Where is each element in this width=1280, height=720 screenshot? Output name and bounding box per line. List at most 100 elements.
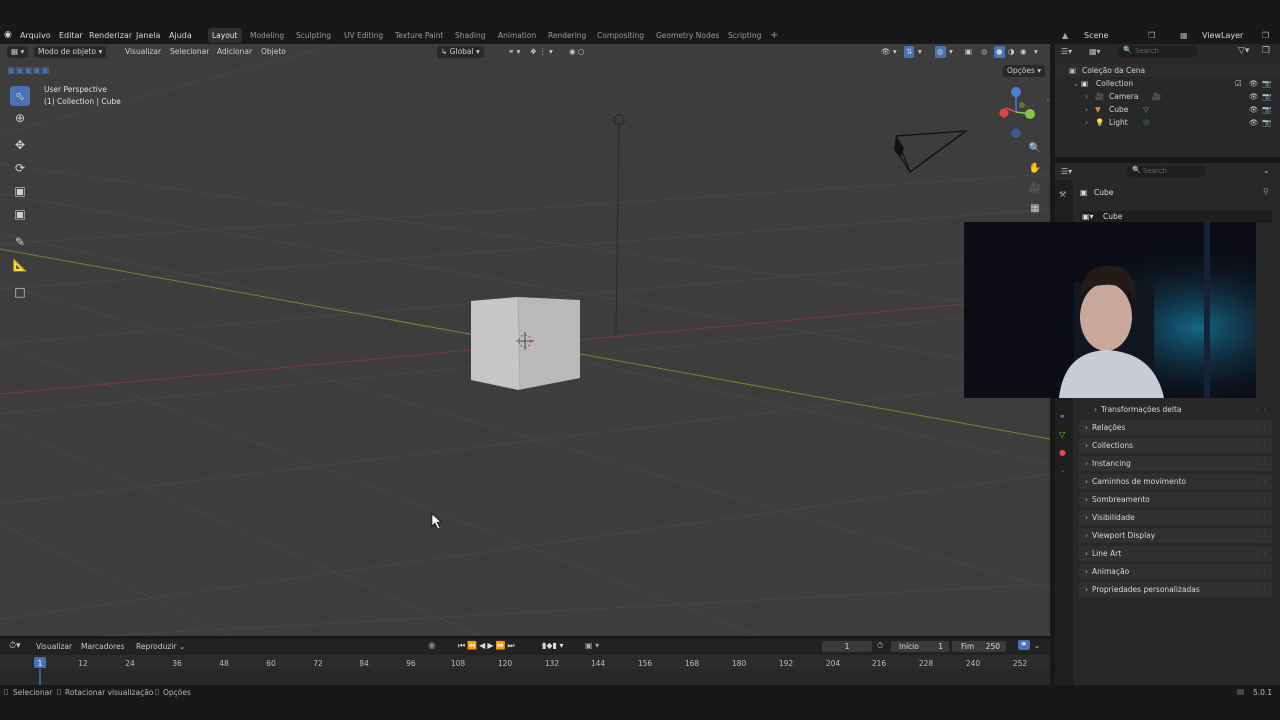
outliner-row-light[interactable]: › 💡 Light ☉ 👁 📷	[1055, 116, 1280, 129]
outliner-editor-icon[interactable]: ☰▾	[1061, 47, 1072, 56]
scale-tool[interactable]: ▣	[10, 181, 30, 201]
tab-animation[interactable]: Animation	[494, 28, 540, 43]
outliner-search-input[interactable]: 🔍 Search	[1117, 46, 1197, 57]
annotate-tool[interactable]: ✎	[10, 232, 30, 252]
zoom-icon[interactable]: 🔍	[1027, 141, 1043, 157]
collection-checkbox-icon[interactable]: ☑	[1235, 77, 1242, 90]
menu-arquivo[interactable]: Arquivo	[20, 28, 51, 43]
properties-editor-icon[interactable]: ☰▾	[1061, 167, 1072, 176]
gizmo-toggle-icon[interactable]: ⇅	[904, 46, 915, 58]
properties-search-input[interactable]: 🔍 Search	[1127, 166, 1205, 177]
panel-relations[interactable]: › Relações ⋮⋮	[1079, 420, 1272, 435]
drag-handle-icon[interactable]: ⋮⋮	[1254, 402, 1268, 417]
outliner-row-camera[interactable]: › 🎥 Camera 🎥 👁 📷	[1055, 90, 1280, 103]
start-frame-field[interactable]: Início 1	[891, 641, 949, 652]
panel-motion-paths[interactable]: › Caminhos de movimento ⋮⋮	[1079, 474, 1272, 489]
drag-handle-icon[interactable]: ⋮⋮	[1254, 510, 1268, 525]
material-shading-icon[interactable]: ◑	[1008, 46, 1015, 58]
options-dropdown[interactable]: Opções ▾	[1003, 65, 1046, 77]
scene-icon[interactable]: ▲	[1062, 28, 1068, 43]
timeline-track[interactable]: 1 12 24 36 48 60 72 84 96 108 120 132 14…	[0, 655, 1050, 685]
camera-data-icon[interactable]: 🎥	[1152, 90, 1161, 103]
stopwatch-icon[interactable]: ⏱	[877, 641, 883, 651]
overlay-dropdown[interactable]: ▾	[949, 46, 953, 58]
gizmo-dropdown[interactable]: ▾	[918, 46, 922, 58]
add-workspace-button[interactable]: +	[766, 28, 782, 43]
timeline-editor-icon[interactable]: ⏱▾	[9, 641, 21, 651]
tool-tab-icon[interactable]: ⚒	[1059, 190, 1066, 199]
editor-type-button[interactable]: ▦ ▾	[7, 46, 29, 58]
eye-icon[interactable]: 👁	[1249, 116, 1259, 129]
xray-icon[interactable]: ▣	[965, 46, 972, 58]
physics-tab-icon[interactable]: ⚭	[1059, 412, 1066, 421]
current-frame-field[interactable]: 1	[822, 641, 872, 652]
tab-shading[interactable]: Shading	[451, 28, 489, 43]
drag-handle-icon[interactable]: ⋮⋮	[1254, 528, 1268, 543]
drag-handle-icon[interactable]: ⋮⋮	[1254, 456, 1268, 471]
rotate-tool[interactable]: ⟳	[10, 158, 30, 178]
panel-viewport-display[interactable]: › Viewport Display ⋮⋮	[1079, 528, 1272, 543]
keyframe-nav-icon[interactable]: ▮◆▮ ▾	[542, 641, 564, 650]
menu-visualizar[interactable]: Visualizar	[125, 46, 161, 58]
filter-icon[interactable]: ▽▾	[1238, 46, 1249, 56]
pin-icon[interactable]: ⚲	[1263, 187, 1269, 196]
render-camera-icon[interactable]: 📷	[1262, 103, 1271, 116]
chevron-right-icon[interactable]: ›	[1085, 103, 1088, 116]
new-viewlayer-icon[interactable]: ❐	[1262, 28, 1269, 43]
chevron-down-icon[interactable]: ⌄	[1060, 466, 1066, 474]
menu-objeto[interactable]: Objeto	[261, 46, 286, 58]
drag-handle-icon[interactable]: ⋮⋮	[1254, 474, 1268, 489]
menu-editar[interactable]: Editar	[59, 28, 83, 43]
data-tab-icon[interactable]: ▽	[1059, 430, 1065, 439]
outliner-row-cube[interactable]: › ▼ Cube ▽ 👁 📷	[1055, 103, 1280, 116]
render-camera-icon[interactable]: 📷	[1262, 116, 1271, 129]
move-tool[interactable]: ✥	[10, 135, 30, 155]
tab-rendering[interactable]: Rendering	[544, 28, 590, 43]
eye-icon[interactable]: 👁	[1249, 103, 1259, 116]
panel-collections[interactable]: › Collections ⋮⋮	[1079, 438, 1272, 453]
chevron-down-icon[interactable]: ⌄	[1263, 166, 1270, 175]
shading-dropdown[interactable]: ▾	[1034, 46, 1038, 58]
navigation-gizmo[interactable]	[992, 84, 1042, 140]
light-data-icon[interactable]: ☉	[1143, 116, 1150, 129]
blender-logo-icon[interactable]: ◉	[4, 28, 12, 43]
end-frame-field[interactable]: Fim 250	[952, 641, 1006, 652]
material-tab-icon[interactable]: ●	[1059, 448, 1066, 457]
tab-texture-paint[interactable]: Texture Paint	[391, 28, 447, 43]
chevron-right-icon[interactable]: ›	[1085, 90, 1088, 103]
drag-handle-icon[interactable]: ⋮⋮	[1254, 546, 1268, 561]
chevron-down-icon[interactable]: ⌄	[1073, 77, 1079, 90]
viewlayer-icon[interactable]: ▦	[1180, 28, 1188, 43]
new-collection-icon[interactable]: ❐	[1262, 46, 1270, 56]
solid-shading-icon[interactable]: ●	[994, 46, 1005, 58]
add-cube-tool[interactable]: □	[10, 282, 30, 302]
tab-modeling[interactable]: Modeling	[246, 28, 288, 43]
transform-tool[interactable]: ▣	[10, 204, 30, 224]
camera-view-icon[interactable]: 🎥	[1027, 181, 1043, 197]
outliner-row-collection[interactable]: ⌄ ▣ Collection ☑ 👁 📷	[1055, 77, 1280, 90]
chevron-right-icon[interactable]: ›	[1085, 116, 1088, 129]
sidebar-toggle-icon[interactable]: ‹	[1040, 92, 1050, 108]
pan-hand-icon[interactable]: ✋	[1027, 161, 1043, 177]
panel-shading[interactable]: › Sombreamento ⋮⋮	[1079, 492, 1272, 507]
pivot-icon[interactable]: ⚭ ▾	[508, 46, 520, 58]
menu-renderizar[interactable]: Renderizar	[89, 28, 132, 43]
tab-uv-editing[interactable]: UV Editing	[340, 28, 387, 43]
measure-tool[interactable]: 📐	[10, 255, 30, 275]
orientation-dropdown[interactable]: ↳ Global ▾	[437, 46, 484, 58]
panel-custom-properties[interactable]: › Propriedades personalizadas ⋮⋮	[1079, 582, 1272, 597]
menu-selecionar[interactable]: Selecionar	[170, 46, 209, 58]
menu-adicionar[interactable]: Adicionar	[217, 46, 252, 58]
rendered-shading-icon[interactable]: ◉	[1020, 46, 1027, 58]
sync-icon[interactable]: ⚭	[1018, 640, 1030, 650]
playback-controls[interactable]: ⏮⏪◀▶⏩⏭	[458, 641, 517, 651]
render-camera-icon[interactable]: 📷	[1262, 90, 1271, 103]
panel-delta-transform[interactable]: › Transformações delta ⋮⋮	[1079, 402, 1272, 417]
timeline-menu-marcadores[interactable]: Marcadores	[81, 642, 125, 651]
viewlayer-name[interactable]: ViewLayer	[1202, 28, 1243, 43]
timeline-menu-reproduzir[interactable]: Reproduzir	[136, 642, 176, 651]
record-icon[interactable]: ◉	[428, 641, 436, 651]
chevron-down-icon[interactable]: ⌄	[179, 642, 185, 651]
outliner-row-scene-collection[interactable]: ▣ Coleção da Cena	[1055, 64, 1280, 77]
render-camera-icon[interactable]: 📷	[1262, 77, 1271, 90]
